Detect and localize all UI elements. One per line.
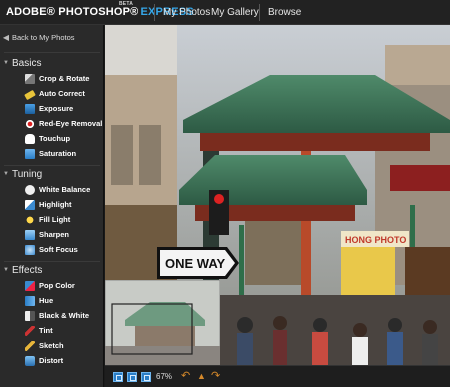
tool-fill-light[interactable]: Fill Light bbox=[0, 212, 104, 227]
up-icon[interactable]: ▲ bbox=[197, 371, 206, 381]
red-eye-icon bbox=[25, 118, 35, 129]
wand-icon bbox=[24, 89, 36, 100]
redo-icon[interactable]: ↷ bbox=[211, 369, 220, 382]
beta-badge: BETA bbox=[119, 1, 134, 7]
divider bbox=[4, 52, 100, 53]
tool-label: Pop Color bbox=[39, 281, 75, 290]
tool-label: Sketch bbox=[39, 341, 64, 350]
section-basics-title: Basics bbox=[12, 57, 42, 69]
one-way-sign-text: ONE WAY bbox=[165, 256, 226, 271]
nav-divider bbox=[259, 4, 260, 21]
nav-my-photos[interactable]: My Photos bbox=[163, 0, 210, 25]
black-white-icon bbox=[25, 310, 35, 321]
saturation-icon bbox=[25, 148, 35, 159]
tools-sidebar: ◀ Back to My Photos ▼ Basics Crop & Rota… bbox=[0, 25, 104, 387]
tool-label: Exposure bbox=[39, 104, 74, 113]
tool-label: Hue bbox=[39, 296, 54, 305]
soft-focus-icon bbox=[25, 244, 35, 255]
tool-label: Sharpen bbox=[39, 230, 70, 239]
nav-my-gallery[interactable]: My Gallery bbox=[211, 0, 259, 25]
collapse-arrow-icon: ▼ bbox=[3, 171, 9, 177]
zoom-fit-icon[interactable] bbox=[113, 372, 123, 382]
tool-label: Black & White bbox=[39, 311, 90, 320]
tool-touchup[interactable]: Touchup bbox=[0, 131, 104, 146]
collapse-arrow-icon: ▼ bbox=[3, 267, 9, 273]
tool-label: White Balance bbox=[39, 185, 91, 194]
sharpen-icon bbox=[25, 229, 35, 240]
back-label: Back to My Photos bbox=[12, 32, 75, 42]
highlight-icon bbox=[25, 199, 35, 210]
tool-label: Auto Correct bbox=[39, 89, 85, 98]
zoom-full-icon[interactable] bbox=[141, 372, 151, 382]
tool-sketch[interactable]: Sketch bbox=[0, 338, 104, 353]
tool-pop-color[interactable]: Pop Color bbox=[0, 278, 104, 293]
nav-divider bbox=[154, 4, 155, 21]
zoom-level: 67% bbox=[156, 372, 173, 381]
tint-icon bbox=[25, 325, 35, 336]
tool-distort[interactable]: Distort bbox=[0, 353, 104, 368]
zoom-actual-icon[interactable] bbox=[127, 372, 137, 382]
hue-icon bbox=[25, 295, 35, 306]
undo-icon[interactable]: ↶ bbox=[181, 369, 190, 382]
divider bbox=[4, 261, 100, 262]
exposure-icon bbox=[25, 103, 35, 114]
shop-sign-text: HONG PHOTO bbox=[345, 235, 406, 245]
tool-sharpen[interactable]: Sharpen bbox=[0, 227, 104, 242]
tool-hue[interactable]: Hue bbox=[0, 293, 104, 308]
tool-label: Saturation bbox=[39, 149, 77, 158]
app-header: ADOBE® PHOTOSHOP® EXPRESS BETA My Photos … bbox=[0, 0, 450, 25]
tool-soft-focus[interactable]: Soft Focus bbox=[0, 242, 104, 257]
touchup-hand-icon bbox=[25, 133, 35, 144]
collapse-arrow-icon: ▼ bbox=[3, 60, 9, 66]
tool-label: Highlight bbox=[39, 200, 72, 209]
tool-exposure[interactable]: Exposure bbox=[0, 101, 104, 116]
distort-icon bbox=[25, 355, 35, 366]
bulb-icon bbox=[25, 214, 35, 225]
tool-white-balance[interactable]: White Balance bbox=[0, 182, 104, 197]
section-tuning-title: Tuning bbox=[12, 168, 43, 180]
pencil-icon bbox=[25, 340, 35, 351]
back-arrow-icon: ◀ bbox=[2, 32, 10, 42]
white-balance-icon bbox=[25, 184, 35, 195]
nav-my-gallery-label: My Gallery bbox=[211, 7, 259, 18]
zoom-toolbar: 67% ↶ ▲ ↷ bbox=[105, 365, 450, 387]
crop-icon bbox=[25, 73, 35, 84]
tool-label: Crop & Rotate bbox=[39, 74, 90, 83]
tool-label: Soft Focus bbox=[39, 245, 78, 254]
tool-black-white[interactable]: Black & White bbox=[0, 308, 104, 323]
section-effects-title: Effects bbox=[12, 264, 43, 276]
tool-label: Distort bbox=[39, 356, 64, 365]
tool-label: Red-Eye Removal bbox=[39, 119, 103, 128]
tool-red-eye-removal[interactable]: Red-Eye Removal bbox=[0, 116, 104, 131]
tool-saturation[interactable]: Saturation bbox=[0, 146, 104, 161]
tool-label: Touchup bbox=[39, 134, 71, 143]
tool-tint[interactable]: Tint bbox=[0, 323, 104, 338]
pop-color-icon bbox=[25, 280, 35, 291]
brand-adobe: ADOBE® PHOTOSHOP® bbox=[6, 6, 139, 18]
section-tuning[interactable]: ▼ Tuning bbox=[0, 167, 104, 181]
nav-browse-label: Browse bbox=[268, 7, 302, 18]
divider bbox=[4, 165, 100, 166]
tool-label: Tint bbox=[39, 326, 53, 335]
tool-label: Fill Light bbox=[39, 215, 71, 224]
section-effects[interactable]: ▼ Effects bbox=[0, 263, 104, 277]
tool-highlight[interactable]: Highlight bbox=[0, 197, 104, 212]
back-to-my-photos-button[interactable]: ◀ Back to My Photos bbox=[0, 28, 104, 46]
nav-browse[interactable]: Browse bbox=[268, 0, 301, 25]
nav-my-photos-label: My Photos bbox=[163, 7, 211, 18]
tool-crop-rotate[interactable]: Crop & Rotate bbox=[0, 71, 104, 86]
tool-auto-correct[interactable]: Auto Correct bbox=[0, 86, 104, 101]
photo-canvas[interactable]: ONE WAY HONG PHOTO bbox=[105, 25, 450, 365]
section-basics[interactable]: ▼ Basics bbox=[0, 56, 104, 70]
navigator-thumbnail[interactable] bbox=[105, 280, 220, 365]
